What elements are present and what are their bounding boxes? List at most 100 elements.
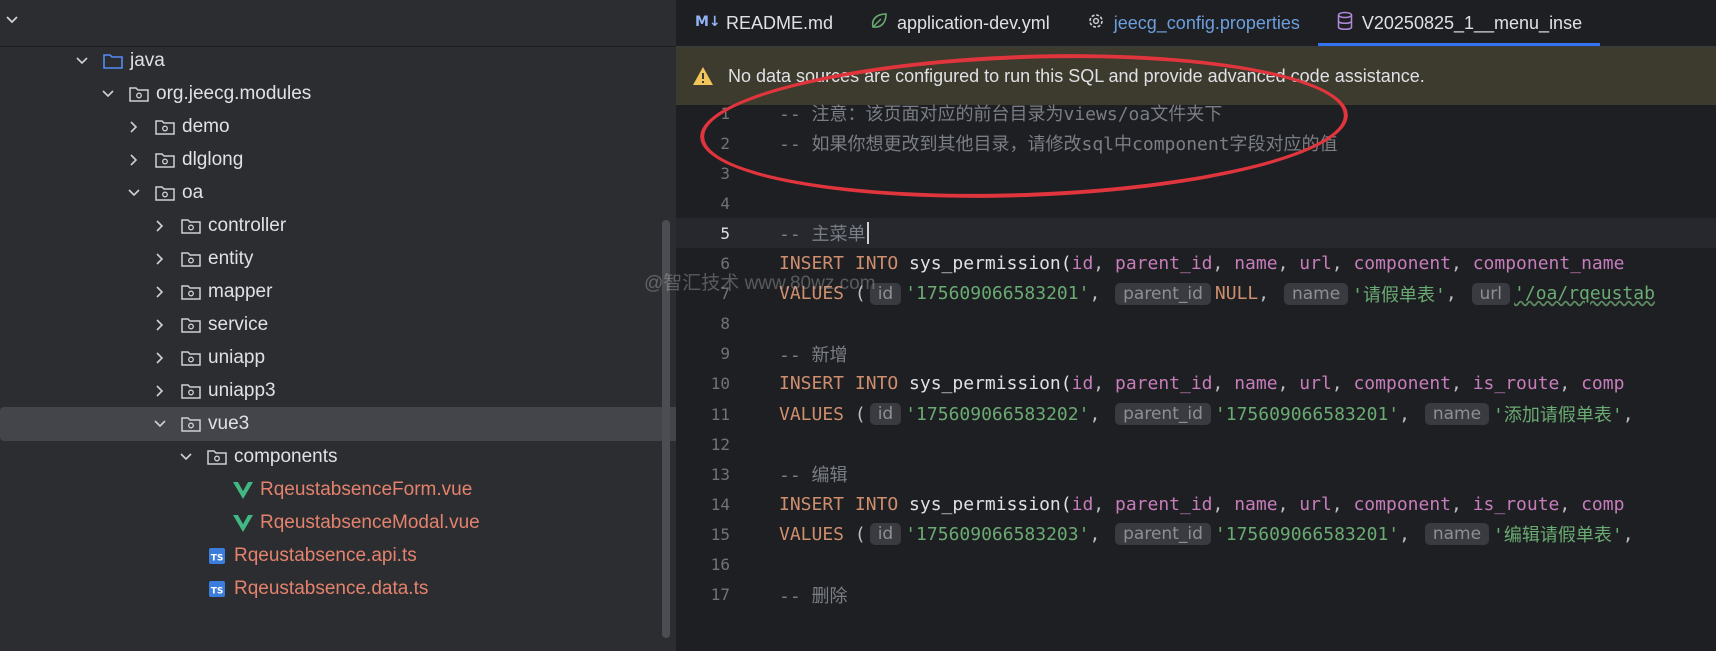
chevron-down-icon[interactable]	[74, 53, 90, 69]
code-token: '/oa/rqeustab	[1514, 283, 1655, 305]
code-token: ,	[1277, 373, 1300, 395]
tab-label: application-dev.yml	[897, 12, 1050, 33]
tree-folder-item[interactable]: oa	[0, 176, 676, 210]
code-token: ,	[1399, 403, 1421, 425]
code-line[interactable]: 16	[676, 550, 1716, 580]
code-token: is_route	[1472, 373, 1560, 395]
typescript-file-icon: TS	[206, 546, 228, 566]
code-token: -- 新增	[779, 344, 848, 366]
package-icon	[154, 117, 176, 137]
chevron-right-icon[interactable]	[126, 119, 142, 135]
editor-tab[interactable]: M↓ README.md	[676, 0, 851, 46]
code-token: id	[1071, 493, 1094, 515]
tree-folder-item[interactable]: uniapp3	[0, 374, 676, 408]
package-icon	[180, 216, 202, 236]
chevron-right-icon[interactable]	[126, 152, 142, 168]
package-icon	[180, 381, 202, 401]
chevron-right-icon[interactable]	[152, 251, 168, 267]
code-line[interactable]: 8	[676, 309, 1716, 339]
chevron-down-icon[interactable]	[152, 416, 168, 432]
parameter-hint: name	[1283, 282, 1349, 305]
code-token: url	[1299, 253, 1332, 275]
tree-item-label: service	[208, 314, 269, 335]
editor-tab[interactable]: jeecg_config.properties	[1068, 0, 1318, 46]
code-text: -- 编辑	[779, 461, 848, 487]
project-tree-header	[0, 0, 676, 47]
editor-tab[interactable]: V20250825_1__menu_inse	[1317, 0, 1601, 46]
tree-item-label: mapper	[208, 281, 273, 302]
chevron-right-icon[interactable]	[152, 218, 168, 234]
tree-item-label: java	[130, 50, 165, 71]
chevron-right-icon[interactable]	[152, 317, 168, 333]
tree-folder-item[interactable]: java	[0, 44, 676, 78]
tree-file-item[interactable]: RqeustabsenceForm.vue	[0, 473, 676, 507]
tree-item-label: uniapp3	[208, 380, 276, 401]
code-token: ,	[1277, 493, 1300, 515]
tab-label: README.md	[726, 12, 834, 33]
code-line[interactable]: 14 INSERT INTO sys_permission(id, parent_…	[676, 489, 1716, 519]
line-number: 10	[710, 374, 730, 394]
code-line[interactable]: 5 -- 主菜单	[676, 218, 1716, 249]
tree-folder-item[interactable]: vue3	[0, 407, 676, 441]
package-icon	[180, 315, 202, 335]
editor-tabs: M↓ README.md application-dev.yml jeecg_conf…	[676, 0, 1716, 47]
tree-folder-item[interactable]: components	[0, 440, 676, 474]
chevron-down-icon[interactable]	[126, 185, 142, 201]
code-text: VALUES (id '175609066583201', parent_id NU…	[779, 281, 1655, 307]
tree-file-item[interactable]: RqeustabsenceModal.vue	[0, 506, 676, 540]
code-token: ,	[1277, 253, 1300, 275]
chevron-right-icon[interactable]	[152, 350, 168, 366]
svg-text:TS: TS	[211, 587, 224, 597]
tree-file-item[interactable]: TS Rqeustabsence.api.ts	[0, 539, 676, 573]
code-token: ,	[1093, 493, 1115, 515]
tree-folder-item[interactable]: controller	[0, 209, 676, 243]
code-token: (	[854, 523, 866, 545]
chevron-down-icon[interactable]	[2, 10, 22, 30]
tree-folder-item[interactable]: demo	[0, 110, 676, 144]
chevron-right-icon[interactable]	[152, 284, 168, 300]
package-icon	[180, 249, 202, 269]
code-token: ,	[1451, 373, 1473, 395]
tree-folder-item[interactable]: dlglong	[0, 143, 676, 177]
code-line[interactable]: 11 VALUES (id '175609066583202', parent_id…	[676, 399, 1716, 429]
code-token: ,	[1451, 253, 1473, 275]
tree-folder-item[interactable]: service	[0, 308, 676, 342]
code-line[interactable]: 13 -- 编辑	[676, 459, 1716, 489]
line-number: 13	[710, 464, 730, 484]
tree-folder-item[interactable]: org.jeecg.modules	[0, 77, 676, 111]
code-token: ,	[1559, 493, 1582, 515]
tree-item-label: components	[234, 446, 338, 467]
code-token: sys_permission(	[909, 253, 1072, 275]
code-token: component	[1353, 373, 1452, 395]
code-line[interactable]: 15 VALUES (id '175609066583203', parent_id…	[676, 519, 1716, 549]
svg-text:TS: TS	[211, 554, 224, 564]
vue-file-icon	[232, 513, 254, 533]
chevron-down-icon[interactable]	[178, 449, 194, 465]
code-text: INSERT INTO sys_permission(id, parent_id…	[779, 253, 1624, 274]
line-number: 5	[720, 223, 730, 243]
code-token: '编辑请假单表'	[1493, 525, 1623, 547]
code-token: name	[1234, 493, 1278, 515]
source-folder-icon	[102, 51, 124, 71]
code-token: parent_id	[1114, 373, 1213, 395]
line-number: 4	[720, 193, 730, 213]
tree-folder-item[interactable]: mapper	[0, 275, 676, 309]
code-line[interactable]: 12	[676, 429, 1716, 459]
chevron-right-icon[interactable]	[152, 383, 168, 399]
code-line[interactable]: 17 -- 删除	[676, 580, 1716, 610]
tree-file-item[interactable]: TS Rqeustabsence.data.ts	[0, 572, 676, 606]
package-icon	[180, 414, 202, 434]
code-line[interactable]: 10 INSERT INTO sys_permission(id, parent_…	[676, 369, 1716, 399]
code-token: ,	[1559, 373, 1582, 395]
package-icon	[154, 150, 176, 170]
text-caret	[866, 222, 869, 245]
chevron-down-icon[interactable]	[100, 86, 116, 102]
tree-folder-item[interactable]: entity	[0, 242, 676, 276]
code-token: ,	[1451, 493, 1473, 515]
tree-folder-item[interactable]: uniapp	[0, 341, 676, 375]
editor-tab[interactable]: application-dev.yml	[851, 0, 1068, 46]
code-text: -- 主菜单	[779, 220, 869, 246]
tree-item-label: RqeustabsenceModal.vue	[260, 512, 480, 533]
code-line[interactable]: 4	[676, 188, 1716, 218]
code-line[interactable]: 9 -- 新增	[676, 339, 1716, 369]
